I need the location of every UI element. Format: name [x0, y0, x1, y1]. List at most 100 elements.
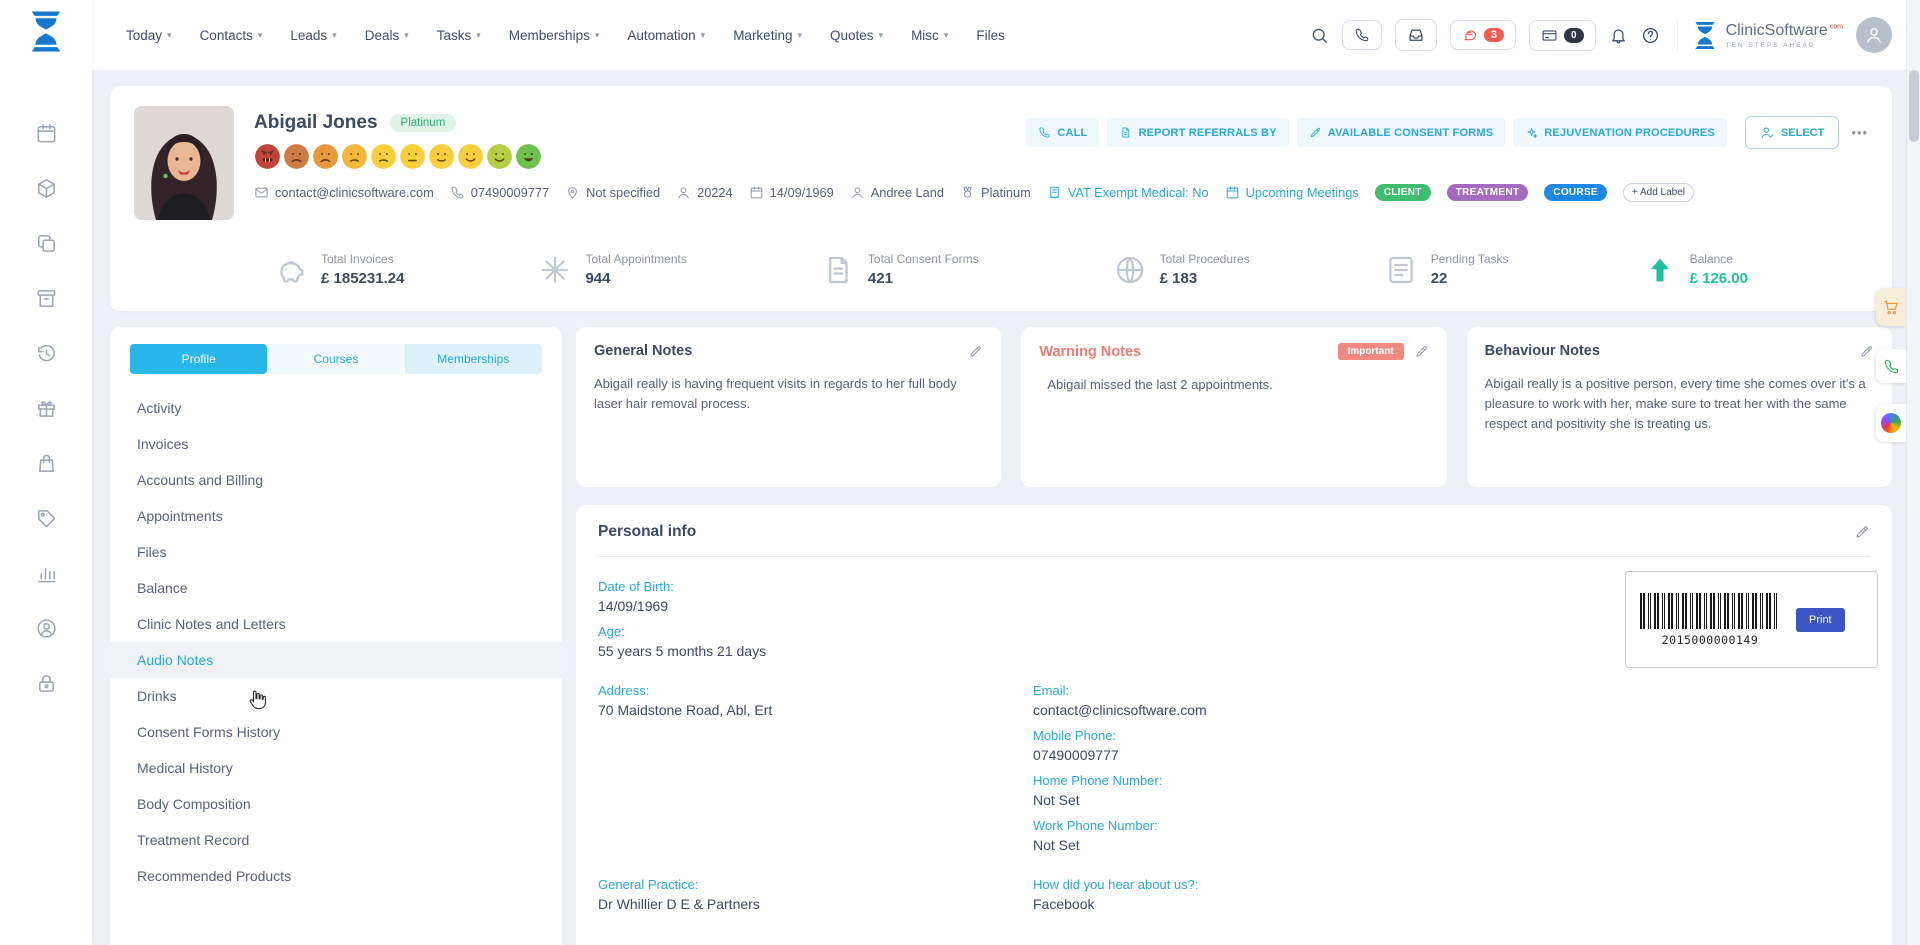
sidebar-history-icon[interactable]: [35, 342, 58, 365]
stat-value: 22: [1431, 270, 1509, 287]
sidebar-support-icon[interactable]: [35, 617, 58, 640]
mood-face-icon[interactable]: [341, 143, 368, 170]
note-body: Abigail missed the last 2 appointments.: [1039, 375, 1428, 395]
tab-memberships[interactable]: Memberships: [405, 344, 542, 374]
mood-face-icon[interactable]: [457, 143, 484, 170]
sidebar-gift-icon[interactable]: [35, 397, 58, 420]
top-nav: Today▾ Contacts▾ Leads▾ Deals▾ Tasks▾ Members…: [126, 28, 1005, 43]
credit-card-icon: [1541, 27, 1558, 44]
nav-item-label: Memberships: [509, 28, 590, 43]
sidebar-item-body-composition[interactable]: Body Composition: [110, 786, 562, 822]
chat-button[interactable]: 3: [1450, 20, 1516, 50]
card-button[interactable]: 0: [1529, 20, 1596, 51]
sidebar-item-activity[interactable]: Activity: [110, 390, 562, 426]
sidebar-item-treatment-record[interactable]: Treatment Record: [110, 822, 562, 858]
inbox-button[interactable]: [1395, 19, 1437, 51]
mood-face-icon[interactable]: [399, 143, 426, 170]
page-scrollbar[interactable]: [1906, 0, 1920, 945]
field-label: Mobile Phone:: [1033, 728, 1870, 743]
rejuvenation-procedures-button[interactable]: REJUVENATION PROCEDURES: [1513, 118, 1727, 147]
sidebar-item-clinic-notes-and-letters[interactable]: Clinic Notes and Letters: [110, 606, 562, 642]
sidebar-lock-icon[interactable]: [35, 672, 58, 695]
sidebar-item-audio-notes[interactable]: Audio Notes: [110, 642, 562, 678]
more-options-button[interactable]: •••: [1851, 125, 1868, 140]
mood-face-icon[interactable]: [283, 143, 310, 170]
mood-face-icon[interactable]: [428, 143, 455, 170]
nav-item-quotes[interactable]: Quotes▾: [830, 28, 883, 43]
available-consent-forms-button[interactable]: AVAILABLE CONSENT FORMS: [1297, 118, 1506, 147]
user-avatar[interactable]: [1856, 17, 1892, 53]
brand-logo[interactable]: ClinicSoftware.com TEN STEPS AHEAD: [1677, 21, 1843, 50]
sidebar-item-consent-forms-history[interactable]: Consent Forms History: [110, 714, 562, 750]
tab-courses[interactable]: Courses: [267, 344, 404, 374]
client-photo[interactable]: [134, 106, 234, 220]
mood-face-icon[interactable]: [312, 143, 339, 170]
sidebar-item-drinks[interactable]: Drinks: [110, 678, 562, 714]
link-vat-exempt-medical-no[interactable]: VAT Exempt Medical: No: [1047, 185, 1209, 200]
stat-total-appointments: Total Appointments944: [538, 252, 686, 287]
sidebar-item-files[interactable]: Files: [110, 534, 562, 570]
scrollbar-thumb[interactable]: [1909, 70, 1919, 142]
label-treatment[interactable]: TREATMENT: [1447, 184, 1529, 201]
app-logo[interactable]: [27, 10, 65, 58]
nav-item-leads[interactable]: Leads▾: [290, 28, 336, 43]
edit-note-icon[interactable]: [1414, 344, 1429, 359]
sidebar-item-appointments[interactable]: Appointments: [110, 498, 562, 534]
sidebar-chart-icon[interactable]: [35, 562, 58, 585]
nav-item-label: Leads: [290, 28, 327, 43]
stat-total-consent-forms: Total Consent Forms421: [821, 252, 979, 287]
label-course[interactable]: COURSE: [1544, 184, 1607, 201]
tasks-icon: [1384, 253, 1418, 287]
mood-face-icon[interactable]: [486, 143, 513, 170]
nav-item-today[interactable]: Today▾: [126, 28, 172, 43]
report-referrals-by-button[interactable]: REPORT REFERRALS BY: [1107, 118, 1288, 147]
mood-face-icon[interactable]: [254, 143, 281, 170]
nav-item-contacts[interactable]: Contacts▾: [200, 28, 263, 43]
sidebar-archive-icon[interactable]: [35, 287, 58, 310]
cart-widget[interactable]: [1876, 288, 1906, 326]
tab-profile[interactable]: Profile: [130, 344, 267, 374]
sidebar-item-accounts-and-billing[interactable]: Accounts and Billing: [110, 462, 562, 498]
field-value: Not Set: [1033, 837, 1870, 853]
notes-row: General NotesAbigail really is having fr…: [576, 327, 1892, 487]
label-client[interactable]: CLIENT: [1375, 184, 1431, 201]
sidebar-copy-icon[interactable]: [35, 232, 58, 255]
search-icon[interactable]: [1310, 26, 1329, 45]
nav-item-misc[interactable]: Misc▾: [911, 28, 948, 43]
edit-note-icon[interactable]: [968, 344, 983, 359]
print-button[interactable]: Print: [1796, 608, 1845, 632]
edit-personal-info-icon[interactable]: [1854, 524, 1870, 540]
add-label-button[interactable]: + Add Label: [1623, 183, 1694, 202]
nav-item-marketing[interactable]: Marketing▾: [733, 28, 802, 43]
sidebar-item-recommended-products[interactable]: Recommended Products: [110, 858, 562, 894]
sidebar-bag-icon[interactable]: [35, 452, 58, 475]
sidebar-item-medical-history[interactable]: Medical History: [110, 750, 562, 786]
edit-note-icon[interactable]: [1859, 344, 1874, 359]
sidebar-item-balance[interactable]: Balance: [110, 570, 562, 606]
field-address: Address:70 Maidstone Road, Abl, Ert: [598, 683, 1033, 718]
call-widget[interactable]: [1876, 349, 1906, 383]
stat-label: Balance: [1690, 252, 1748, 266]
bell-icon: [1609, 26, 1628, 45]
field-mobile-phone: Mobile Phone:07490009777: [1033, 728, 1870, 763]
nav-item-deals[interactable]: Deals▾: [365, 28, 409, 43]
contact-07490009777: 07490009777: [450, 185, 549, 200]
sidebar-item-invoices[interactable]: Invoices: [110, 426, 562, 462]
nav-item-files[interactable]: Files: [976, 28, 1005, 43]
sidebar-package-icon[interactable]: [35, 177, 58, 200]
call-button[interactable]: CALL: [1026, 118, 1099, 147]
nav-item-memberships[interactable]: Memberships▾: [509, 28, 600, 43]
user-icon: [676, 185, 691, 200]
sidebar-tag-icon[interactable]: [35, 507, 58, 530]
bell-icon[interactable]: [1609, 26, 1628, 45]
sidebar-calendar-icon[interactable]: [35, 122, 58, 145]
nav-item-tasks[interactable]: Tasks▾: [437, 28, 481, 43]
select-button[interactable]: SELECT: [1745, 116, 1839, 149]
help-icon[interactable]: [1641, 26, 1660, 45]
dialer-button[interactable]: [1342, 20, 1382, 50]
mood-face-icon[interactable]: [515, 143, 542, 170]
assistant-widget[interactable]: [1876, 404, 1906, 442]
nav-item-automation[interactable]: Automation▾: [627, 28, 705, 43]
mood-face-icon[interactable]: [370, 143, 397, 170]
link-upcoming-meetings[interactable]: Upcoming Meetings: [1225, 185, 1359, 200]
